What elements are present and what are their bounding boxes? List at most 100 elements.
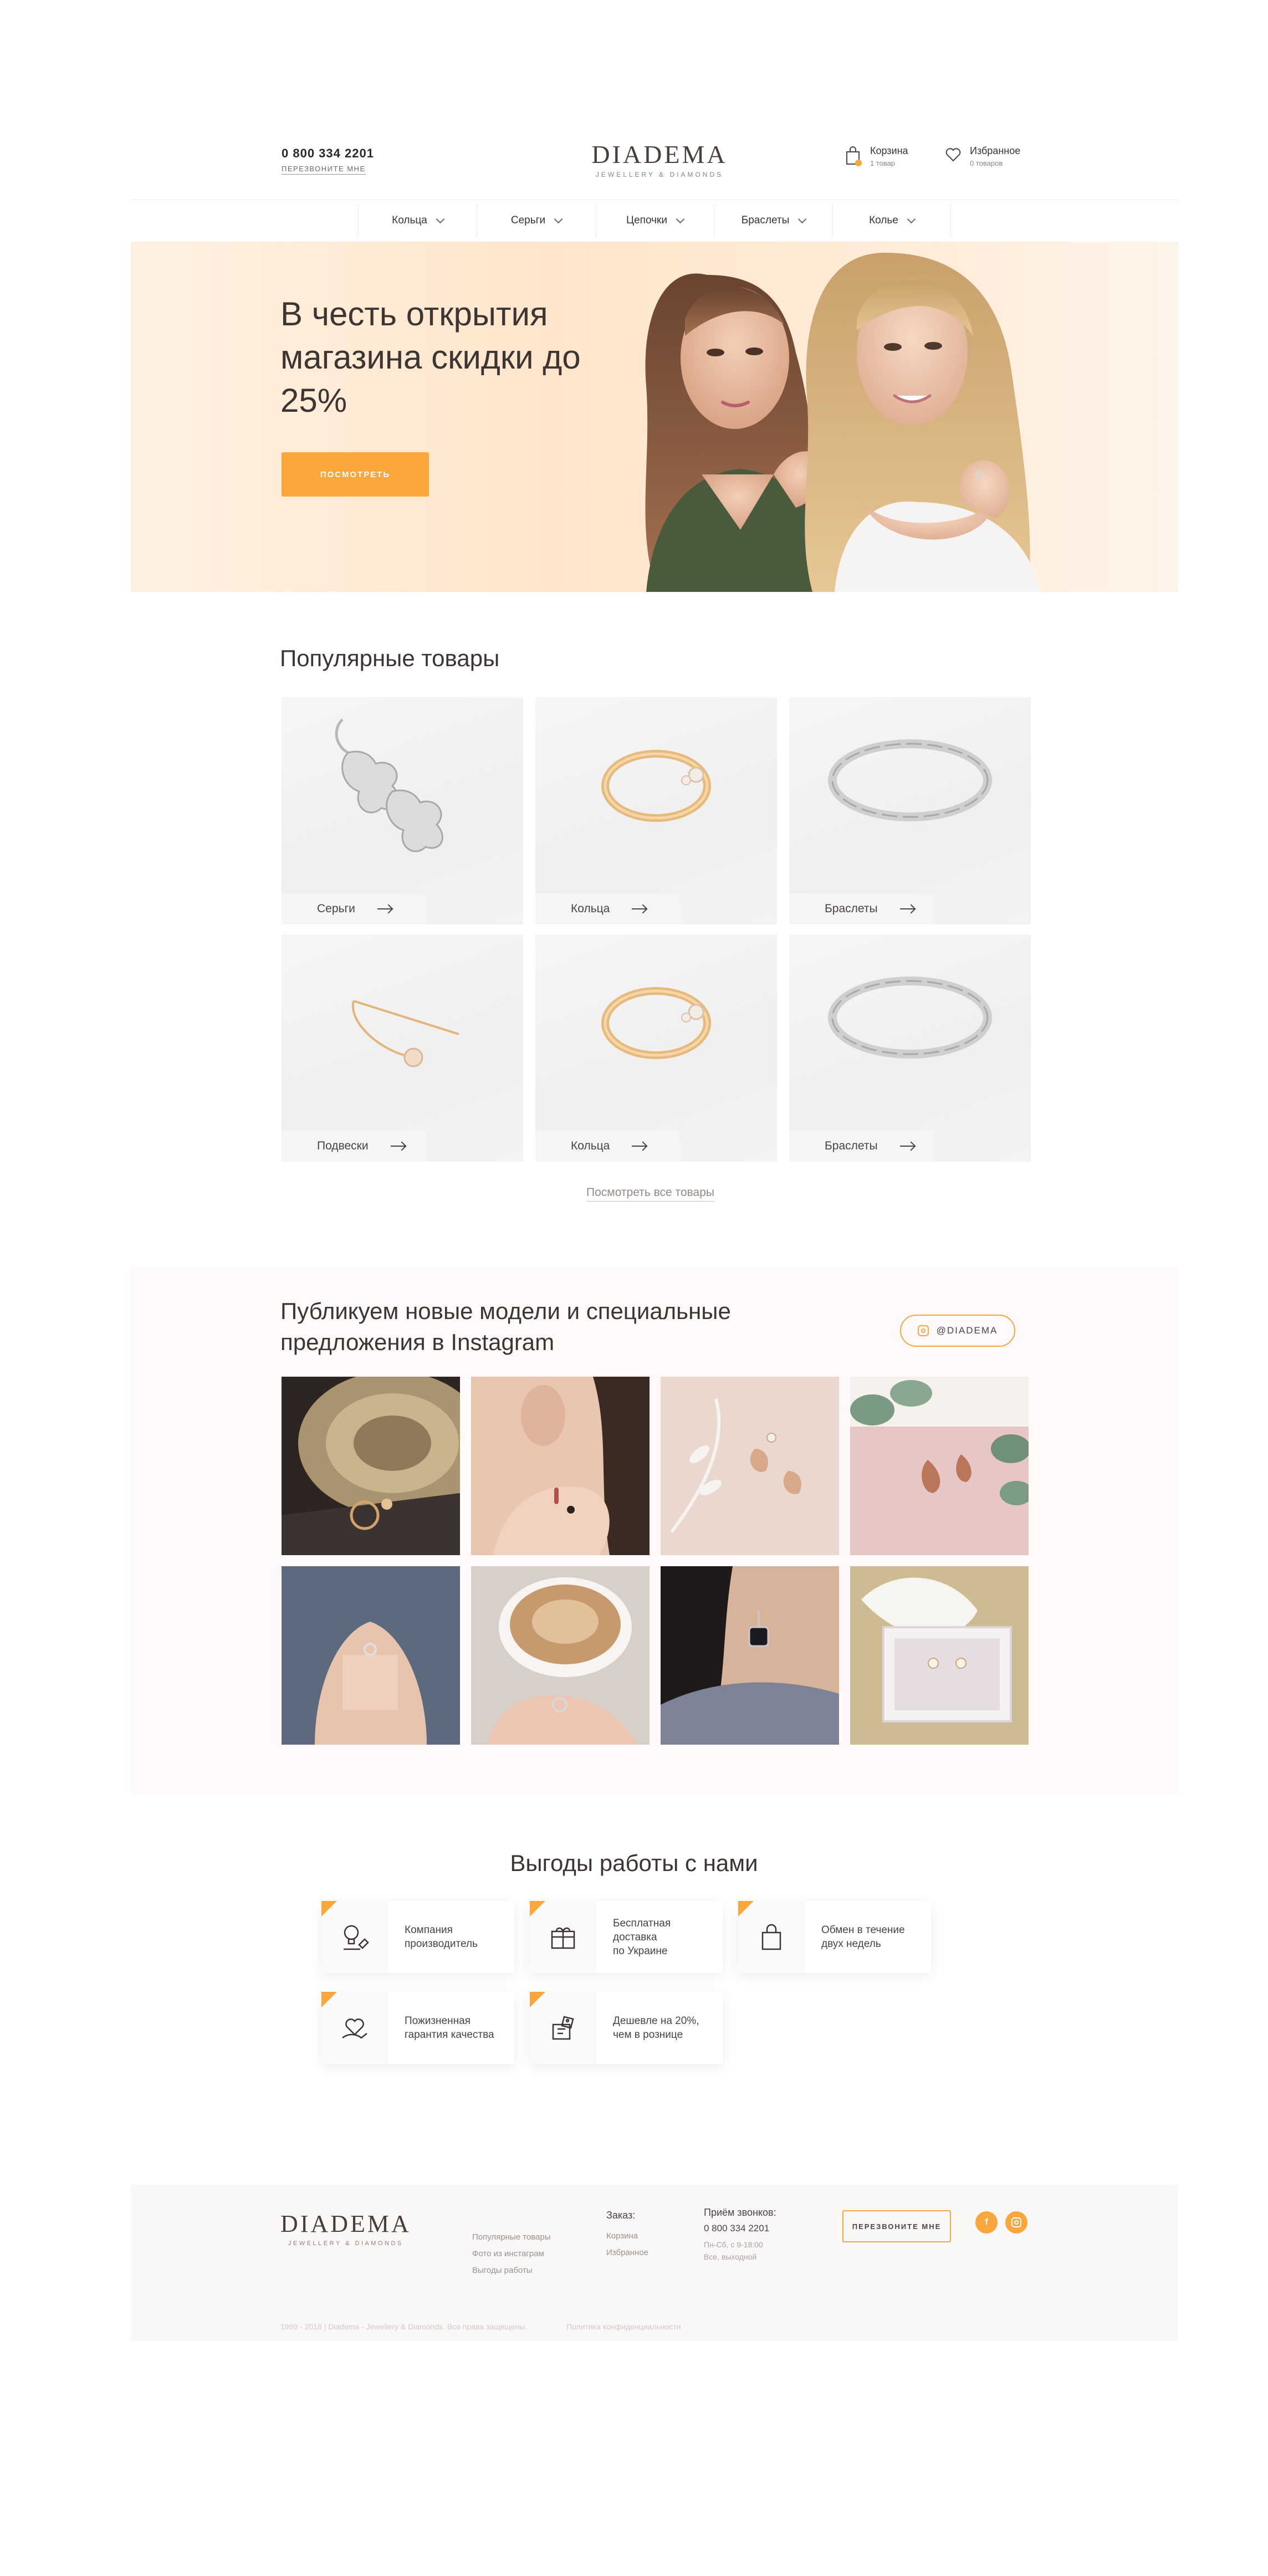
nav-item-rings[interactable]: Кольца <box>358 204 477 237</box>
footer: DIADEMA JEWELLERY & DIAMONDS Популярные … <box>131 2185 1178 2341</box>
benefits-title: Выгоды работы с нами <box>510 1850 758 1876</box>
product-label: Подвески <box>282 1131 427 1162</box>
nav-label: Браслеты <box>741 214 790 226</box>
product-label: Кольца <box>535 893 681 924</box>
product-label: Серьги <box>282 893 427 924</box>
product-label-text: Браслеты <box>825 1139 878 1152</box>
footer-order: Заказ: Корзина Избранное <box>606 2207 648 2261</box>
favorites-title: Избранное <box>970 145 1021 156</box>
footer-link-popular[interactable]: Популярные товары <box>472 2229 551 2246</box>
footer-hours: Пн-Сб, с 9-18:00 Все, выходной <box>704 2240 763 2261</box>
gold-ring-image <box>601 750 711 822</box>
footer-links: Популярные товары Фото из инстаграм Выго… <box>472 2229 551 2279</box>
arrow-right-icon <box>899 908 914 909</box>
hero-title: В честь открытия магазина скидки до 25% <box>280 295 581 419</box>
shopping-bag-icon <box>738 1901 805 1973</box>
arrow-right-icon <box>632 908 647 909</box>
logo[interactable]: DIADEMA JEWELLERY & DIAMONDS <box>576 141 743 179</box>
logo-tagline: JEWELLERY & DIAMONDS <box>595 171 724 178</box>
product-card[interactable]: Серьги <box>282 697 523 924</box>
heart-hand-icon <box>321 1992 388 2064</box>
delivery-box-icon <box>530 1901 596 1973</box>
nav-label: Колье <box>869 214 898 226</box>
product-label-text: Кольца <box>571 1139 610 1152</box>
product-card[interactable]: Кольца <box>535 934 777 1162</box>
footer-logo-tagline: JEWELLERY & DIAMONDS <box>288 2240 403 2247</box>
price-box-icon <box>530 1992 596 2064</box>
product-card[interactable]: Браслеты <box>789 934 1031 1162</box>
photo-earrings-leaves <box>661 1377 839 1555</box>
product-label-text: Серьги <box>317 902 355 915</box>
main-nav: Кольца Серьги Цепочки Браслеты Колье <box>358 204 951 237</box>
footer-callback-button[interactable]: ПЕРЕЗВОНИТЕ МНЕ <box>842 2210 951 2242</box>
instagram-title: Публикуем новые модели и специальные пре… <box>280 1298 731 1355</box>
arrow-right-icon <box>899 1146 914 1147</box>
instagram-photo[interactable] <box>850 1377 1029 1555</box>
header-phone[interactable]: 0 800 334 2201 <box>282 146 374 161</box>
instagram-photo[interactable] <box>282 1566 460 1745</box>
benefit-card: Обмен в течение двух недель <box>738 1901 931 1973</box>
instagram-photo[interactable] <box>850 1566 1029 1745</box>
product-label-text: Кольца <box>571 902 610 915</box>
photo-ear-hand <box>471 1377 650 1555</box>
photo-pink-eucalyptus <box>850 1377 1029 1555</box>
instagram-photo[interactable] <box>661 1377 839 1555</box>
cart-count: 1 товар <box>870 159 896 167</box>
silver-bracelet-image <box>828 977 992 1059</box>
earrings-image <box>335 718 443 852</box>
see-all-products-link[interactable]: Посмотреть все товары <box>586 1186 714 1202</box>
photo-tray-earrings <box>282 1377 460 1555</box>
heart-icon <box>944 145 962 165</box>
photo-earring-sweater <box>661 1566 839 1745</box>
chevron-down-icon <box>907 214 916 223</box>
product-card[interactable]: Браслеты <box>789 697 1031 924</box>
cart-link[interactable]: Корзина 1 товар <box>845 145 908 167</box>
nav-item-necklaces[interactable]: Колье <box>832 204 951 237</box>
arrow-right-icon <box>390 1146 405 1147</box>
product-label: Кольца <box>535 1131 681 1162</box>
nav-label: Кольца <box>392 214 427 226</box>
callback-link[interactable]: ПЕРЕЗВОНИТЕ МНЕ <box>282 165 366 175</box>
instagram-handle-button[interactable]: @DIADEMA <box>900 1315 1015 1347</box>
chevron-down-icon <box>554 214 563 223</box>
favorites-link[interactable]: Избранное 0 товаров <box>944 145 1020 167</box>
cart-icon <box>845 145 862 166</box>
pin-pendant-image <box>351 1000 459 1067</box>
instagram-social-icon[interactable] <box>1005 2211 1027 2233</box>
idea-icon <box>321 1901 388 1973</box>
benefit-text: Пожизненная гарантия качества <box>405 2015 494 2041</box>
product-card[interactable]: Кольца <box>535 697 777 924</box>
chevron-down-icon <box>676 214 685 223</box>
benefit-text: Компания производитель <box>405 1924 478 1950</box>
product-card[interactable]: Подвески <box>282 934 523 1162</box>
instagram-handle: @DIADEMA <box>936 1325 998 1336</box>
benefit-card: Пожизненная гарантия качества <box>321 1992 514 2064</box>
instagram-photo[interactable] <box>282 1377 460 1555</box>
benefit-text: Бесплатная доставка по Украине <box>613 1917 671 1957</box>
instagram-photo[interactable] <box>471 1377 650 1555</box>
footer-link-cart[interactable]: Корзина <box>606 2228 648 2245</box>
footer-link-benefits[interactable]: Выгоды работы <box>472 2262 551 2279</box>
footer-logo-text: DIADEMA <box>280 2210 411 2237</box>
nav-label: Цепочки <box>626 214 667 226</box>
instagram-section: Публикуем новые модели и специальные пре… <box>131 1267 1178 1793</box>
silver-bracelet-image <box>828 739 992 821</box>
photo-hands-ring <box>282 1566 460 1745</box>
footer-link-instagram[interactable]: Фото из инстаграм <box>472 2246 551 2262</box>
instagram-photo[interactable] <box>471 1566 650 1745</box>
instagram-icon <box>917 1325 929 1336</box>
footer-logo[interactable]: DIADEMA JEWELLERY & DIAMONDS <box>280 2210 411 2247</box>
hero-banner: В честь открытия магазина скидки до 25% … <box>131 242 1178 592</box>
nav-item-earrings[interactable]: Серьги <box>477 204 595 237</box>
footer-phone[interactable]: 0 800 334 2201 <box>704 2223 776 2234</box>
cart-title: Корзина <box>870 145 908 156</box>
footer-link-favorites[interactable]: Избранное <box>606 2245 648 2261</box>
popular-title: Популярные товары <box>280 645 500 671</box>
product-label-text: Браслеты <box>825 902 878 915</box>
nav-item-chains[interactable]: Цепочки <box>595 204 714 237</box>
instagram-photo[interactable] <box>661 1566 839 1745</box>
nav-item-bracelets[interactable]: Браслеты <box>714 204 832 237</box>
hero-view-button[interactable]: ПОСМОТРЕТЬ <box>282 452 429 497</box>
privacy-policy-link[interactable]: Политика конфиденциальности <box>566 2322 681 2331</box>
facebook-icon[interactable]: f <box>975 2211 998 2233</box>
